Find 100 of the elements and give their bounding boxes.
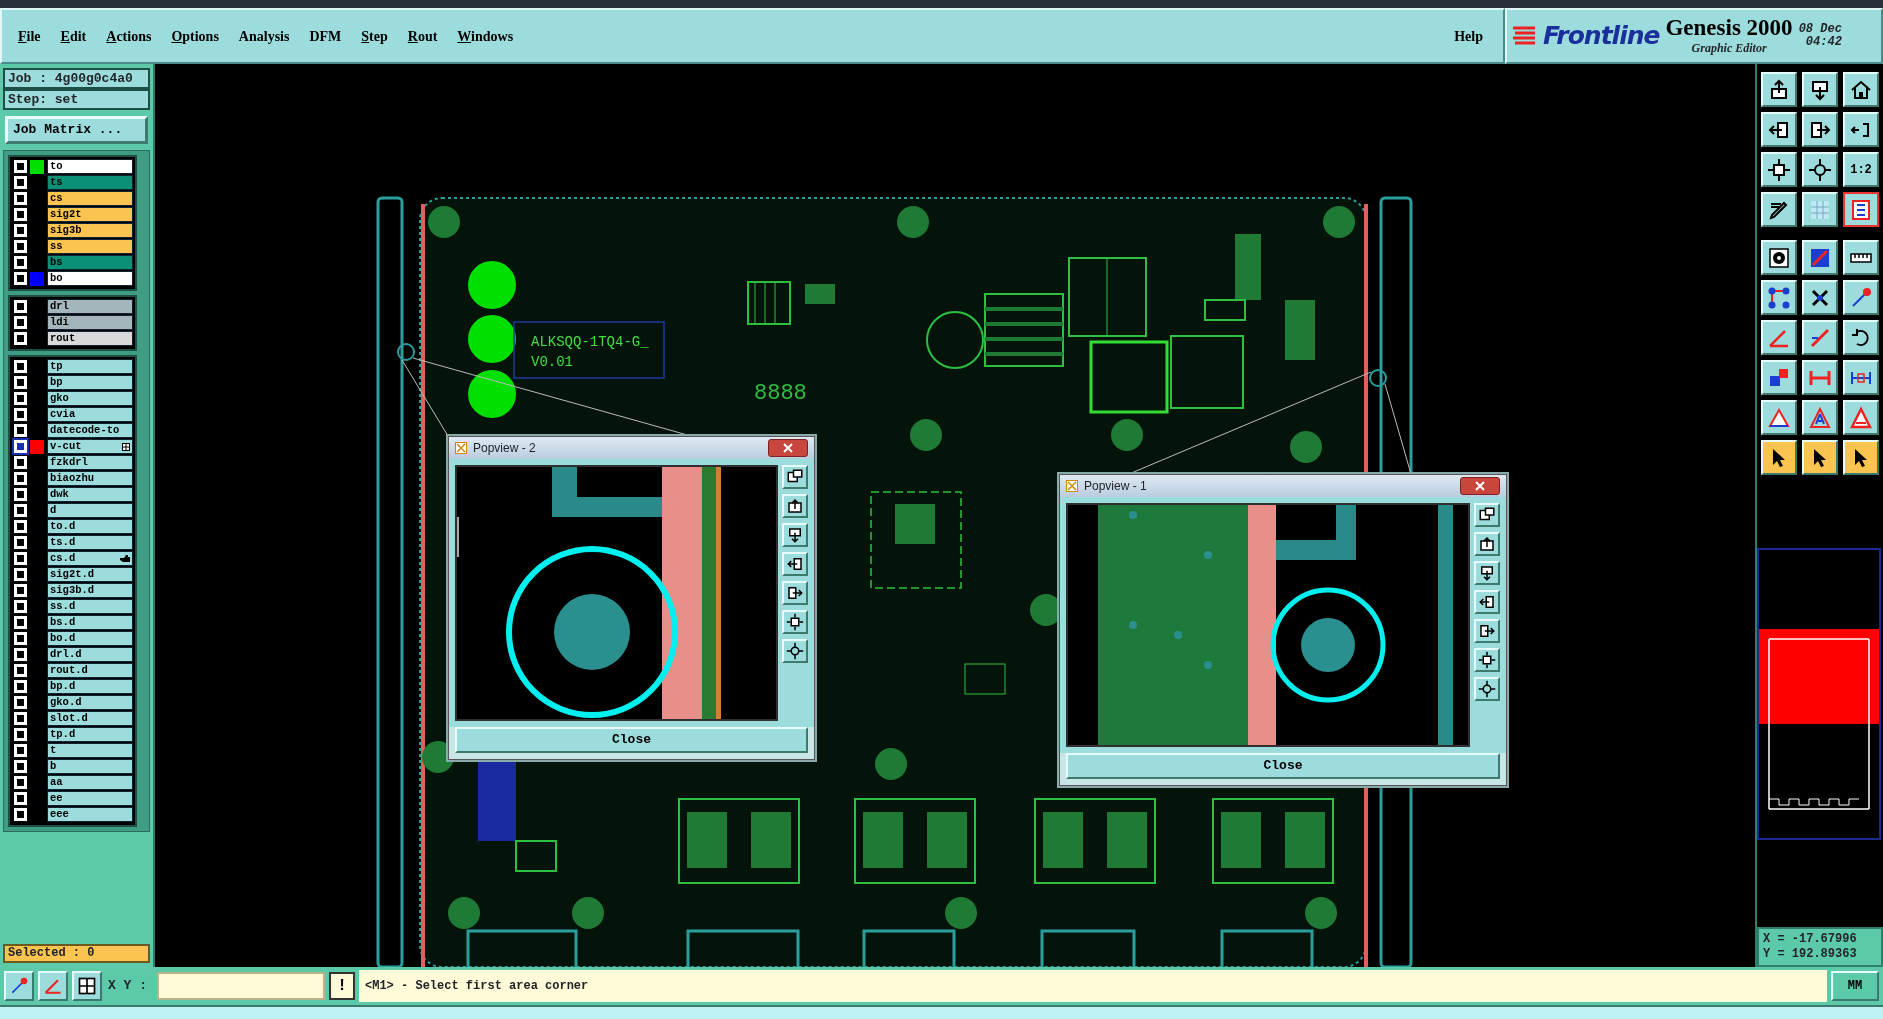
menu-item[interactable]: Analysis — [230, 23, 298, 49]
layer-row[interactable]: aa — [47, 775, 133, 790]
layer-row[interactable]: biaozhu — [47, 471, 133, 486]
layer-checkbox[interactable] — [14, 712, 27, 725]
layer-checkbox[interactable] — [14, 568, 27, 581]
layer-checkbox[interactable] — [14, 744, 27, 757]
layer-checkbox[interactable] — [14, 600, 27, 613]
menu-item[interactable]: Actions — [98, 23, 160, 49]
layer-row[interactable]: v-cut — [47, 439, 133, 454]
units-button[interactable]: MM — [1831, 971, 1879, 1001]
tool-button[interactable] — [1843, 192, 1879, 227]
layer-row[interactable]: drl.d — [47, 647, 133, 662]
menu-item[interactable]: Edit — [52, 23, 95, 49]
layer-checkbox[interactable] — [14, 424, 27, 437]
layer-row[interactable]: bs — [47, 255, 133, 270]
layer-row[interactable]: ss — [47, 239, 133, 254]
layer-checkbox[interactable] — [14, 208, 27, 221]
layer-checkbox[interactable] — [14, 224, 27, 237]
layer-checkbox[interactable] — [14, 504, 27, 517]
layer-row[interactable]: drl — [47, 299, 133, 314]
layer-row[interactable]: ee — [47, 791, 133, 806]
layer-checkbox[interactable] — [14, 664, 27, 677]
menu-item[interactable]: Step — [353, 23, 396, 49]
close-button[interactable]: Close — [1066, 753, 1500, 779]
layer-checkbox[interactable] — [14, 552, 27, 565]
layer-checkbox[interactable] — [14, 360, 27, 373]
layer-row[interactable]: dwk — [47, 487, 133, 502]
menu-item[interactable]: File — [10, 23, 49, 49]
layer-checkbox[interactable] — [14, 632, 27, 645]
layer-checkbox[interactable] — [14, 440, 27, 453]
layer-checkbox[interactable] — [14, 300, 27, 313]
command-button[interactable] — [72, 971, 102, 1001]
layer-row[interactable]: ss.d — [47, 599, 133, 614]
layer-row[interactable]: sig3b — [47, 223, 133, 238]
close-button[interactable]: Close — [455, 727, 808, 753]
layer-row[interactable]: eee — [47, 807, 133, 822]
layer-checkbox[interactable] — [14, 376, 27, 389]
layer-row[interactable]: tp — [47, 359, 133, 374]
layer-row[interactable]: bo.d — [47, 631, 133, 646]
view-tool-button[interactable] — [782, 494, 808, 518]
menu-item[interactable]: Help — [1446, 23, 1491, 49]
view-tool-button[interactable] — [1474, 648, 1500, 672]
layer-checkbox[interactable] — [14, 160, 27, 173]
layer-checkbox[interactable] — [14, 256, 27, 269]
job-matrix-button[interactable]: Job Matrix ... — [5, 116, 148, 144]
view-tool-button[interactable] — [1474, 561, 1500, 585]
layer-checkbox[interactable] — [14, 792, 27, 805]
view-tool-button[interactable] — [782, 552, 808, 576]
layer-row[interactable]: d — [47, 503, 133, 518]
layer-checkbox[interactable] — [14, 680, 27, 693]
close-button[interactable] — [1460, 477, 1500, 495]
layer-checkbox[interactable] — [14, 696, 27, 709]
layer-checkbox[interactable] — [14, 536, 27, 549]
layer-checkbox[interactable] — [14, 584, 27, 597]
layer-row[interactable]: b — [47, 759, 133, 774]
view-tool-button[interactable] — [782, 523, 808, 547]
view-tool-button[interactable] — [782, 465, 808, 489]
layer-row[interactable]: sig2t.d — [47, 567, 133, 582]
layer-checkbox[interactable] — [14, 488, 27, 501]
view-tool-button[interactable] — [1474, 677, 1500, 701]
menu-item[interactable]: Options — [163, 23, 227, 49]
layer-row[interactable]: ts — [47, 175, 133, 190]
layer-checkbox[interactable] — [14, 408, 27, 421]
layer-row[interactable]: to — [47, 159, 133, 174]
layer-row[interactable]: bp — [47, 375, 133, 390]
view-tool-button[interactable] — [782, 610, 808, 634]
layer-row[interactable]: cvia — [47, 407, 133, 422]
layer-row[interactable]: rout.d — [47, 663, 133, 678]
coordinate-input[interactable] — [157, 972, 325, 1000]
view-tool-button[interactable] — [1474, 532, 1500, 556]
layer-row[interactable]: bo — [47, 271, 133, 286]
view-tool-button[interactable] — [1474, 619, 1500, 643]
layer-row[interactable]: datecode-to — [47, 423, 133, 438]
layer-row[interactable]: ts.d — [47, 535, 133, 550]
layer-row[interactable]: cs.d — [47, 551, 133, 566]
layer-row[interactable]: sig3b.d — [47, 583, 133, 598]
layer-row[interactable]: tp.d — [47, 727, 133, 742]
layer-checkbox[interactable] — [14, 728, 27, 741]
layer-checkbox[interactable] — [14, 332, 27, 345]
view-tool-button[interactable] — [1474, 590, 1500, 614]
layer-checkbox[interactable] — [14, 392, 27, 405]
view-tool-button[interactable] — [782, 639, 808, 663]
layer-checkbox[interactable] — [14, 176, 27, 189]
layer-row[interactable]: ldi — [47, 315, 133, 330]
layer-checkbox[interactable] — [14, 808, 27, 821]
layer-checkbox[interactable] — [14, 456, 27, 469]
menu-item[interactable]: Windows — [449, 23, 522, 49]
layer-row[interactable]: to.d — [47, 519, 133, 534]
layer-checkbox[interactable] — [14, 520, 27, 533]
layer-row[interactable]: cs — [47, 191, 133, 206]
layer-row[interactable]: bs.d — [47, 615, 133, 630]
layer-row[interactable]: bp.d — [47, 679, 133, 694]
layer-checkbox[interactable] — [14, 760, 27, 773]
view-tool-button[interactable] — [782, 581, 808, 605]
layer-row[interactable]: slot.d — [47, 711, 133, 726]
layer-checkbox[interactable] — [14, 616, 27, 629]
layer-row[interactable]: gko — [47, 391, 133, 406]
alert-button[interactable]: ! — [329, 972, 355, 1000]
layer-row[interactable]: t — [47, 743, 133, 758]
layer-checkbox[interactable] — [14, 192, 27, 205]
